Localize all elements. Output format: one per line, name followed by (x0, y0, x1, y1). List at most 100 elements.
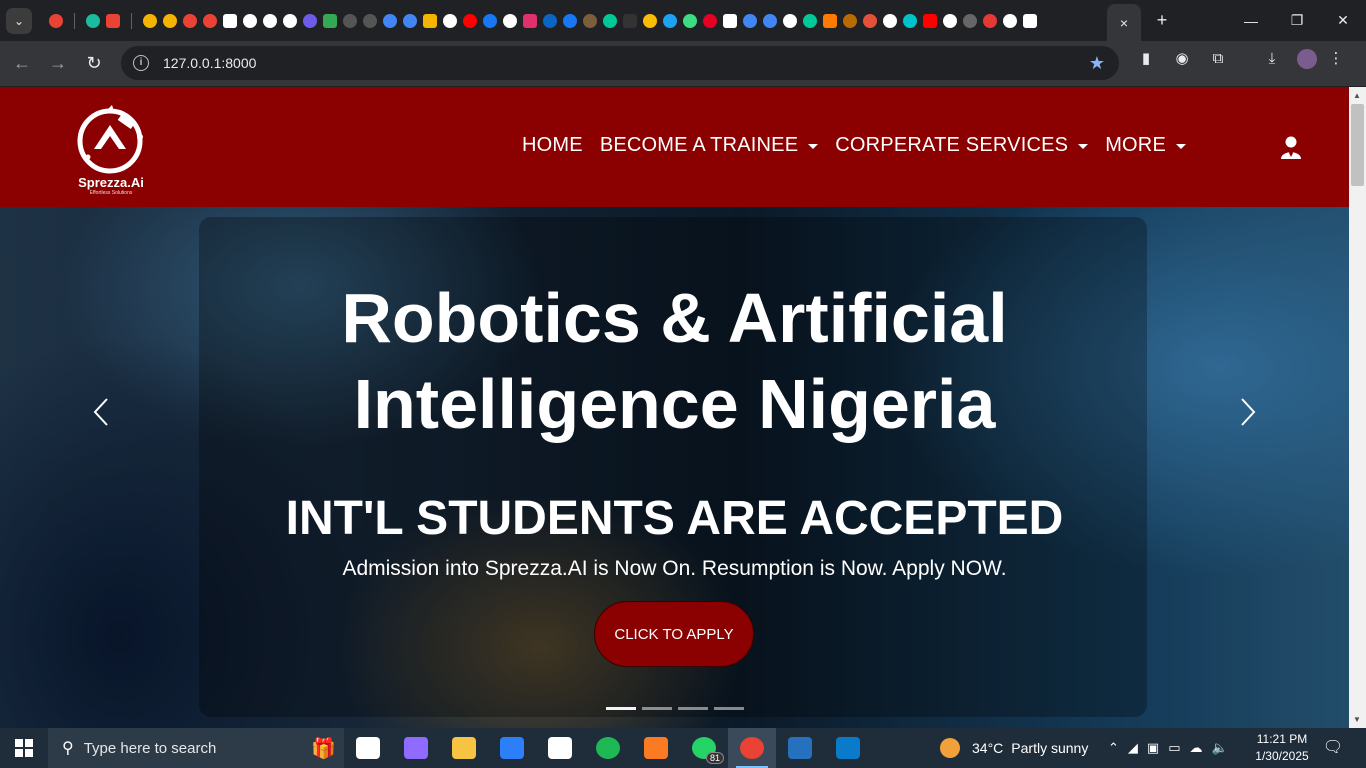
battery-icon[interactable]: ▭ (1168, 740, 1180, 756)
meet-now-icon[interactable]: ▣ (1147, 740, 1159, 756)
tab-favicon-icon[interactable] (563, 13, 577, 28)
carousel-indicator[interactable] (678, 707, 708, 710)
tab-favicon-icon[interactable] (823, 13, 837, 28)
network-icon[interactable]: ◢ (1128, 740, 1138, 756)
user-icon[interactable] (1279, 135, 1303, 159)
tab-favicon-icon[interactable] (463, 13, 477, 28)
profile-avatar-icon[interactable] (1297, 49, 1317, 69)
tab-favicon-icon[interactable] (603, 13, 617, 28)
tab-favicon-icon[interactable] (843, 13, 857, 28)
taskbar-xampp-button[interactable] (632, 728, 680, 768)
tab-favicon-icon[interactable] (263, 13, 277, 28)
taskbar-copilot-button[interactable] (392, 728, 440, 768)
restore-button[interactable]: ❐ (1274, 0, 1320, 41)
tab-favicon-icon[interactable] (223, 13, 237, 28)
tab-favicon-icon[interactable] (763, 13, 777, 28)
search-highlight-gift-icon[interactable]: 🎁 (311, 736, 336, 761)
tab-favicon-icon[interactable] (583, 13, 597, 28)
weather-widget[interactable]: 34°C Partly sunny (940, 728, 1088, 768)
taskbar-spotify-button[interactable] (584, 728, 632, 768)
onedrive-icon[interactable]: ☁ (1190, 740, 1203, 756)
tab-favicon-icon[interactable] (49, 13, 63, 28)
tab-favicon-icon[interactable] (743, 13, 757, 28)
start-button[interactable] (0, 728, 48, 768)
carousel-indicator[interactable] (714, 707, 744, 710)
extension-docs-icon[interactable]: ▮ (1136, 49, 1156, 69)
site-info-icon[interactable]: i (133, 55, 149, 71)
menu-become-a-trainee[interactable]: BECOME A TRAINEE (600, 134, 819, 157)
tab-favicon-icon[interactable] (783, 13, 797, 28)
tab-favicon-icon[interactable] (403, 13, 417, 28)
tab-favicon-icon[interactable] (983, 13, 997, 28)
tab-close-icon[interactable]: × (1120, 15, 1128, 31)
extensions-puzzle-icon[interactable]: ⧉ (1208, 49, 1228, 69)
minimize-button[interactable]: — (1228, 0, 1274, 41)
tab-favicon-icon[interactable] (303, 13, 317, 28)
taskbar-whatsapp-button[interactable]: 81 (680, 728, 728, 768)
tab-favicon-icon[interactable] (643, 13, 657, 28)
taskbar-vscode-button[interactable] (824, 728, 872, 768)
back-arrow-icon[interactable]: ← (6, 48, 38, 80)
tab-favicon-icon[interactable] (363, 13, 377, 28)
taskbar-task-view-button[interactable] (344, 728, 392, 768)
tab-favicon-icon[interactable] (523, 13, 537, 28)
url-text[interactable]: 127.0.0.1:8000 (163, 55, 256, 71)
tab-favicon-icon[interactable] (443, 13, 457, 28)
scroll-down-icon[interactable]: ▼ (1353, 715, 1361, 724)
taskbar-chrome-button[interactable] (728, 728, 776, 768)
carousel-next-icon[interactable] (1238, 397, 1258, 427)
close-window-button[interactable]: ✕ (1320, 0, 1366, 41)
scroll-thumb[interactable] (1351, 104, 1364, 186)
tab-favicon-icon[interactable] (963, 13, 977, 28)
tab-favicon-icon[interactable] (163, 13, 177, 28)
menu-home[interactable]: HOME (522, 134, 583, 157)
extension-avatar-icon[interactable]: ◉ (1172, 49, 1192, 69)
taskbar-file-explorer-button[interactable] (440, 728, 488, 768)
scroll-up-icon[interactable]: ▲ (1353, 91, 1361, 100)
address-bar[interactable]: i 127.0.0.1:8000 ★ (121, 46, 1119, 80)
tab-favicon-icon[interactable] (86, 13, 100, 28)
forward-arrow-icon[interactable]: → (42, 48, 74, 80)
carousel-prev-icon[interactable] (91, 397, 111, 427)
tab-favicon-icon[interactable] (343, 13, 357, 28)
tab-favicon-icon[interactable] (683, 13, 697, 28)
browser-menu-icon[interactable]: ⋮ (1326, 49, 1346, 69)
tab-favicon-icon[interactable] (923, 13, 937, 28)
tab-favicon-icon[interactable] (883, 13, 897, 28)
tab-favicon-icon[interactable] (803, 13, 817, 28)
page-scrollbar[interactable]: ▲ ▼ (1349, 87, 1366, 728)
taskbar-search-box[interactable]: ⚲ Type here to search 🎁 (48, 728, 344, 768)
tab-favicon-icon[interactable] (106, 13, 120, 28)
tab-favicon-icon[interactable] (903, 13, 917, 28)
notifications-icon[interactable]: 🗨 (1322, 737, 1344, 759)
active-tab[interactable]: × (1107, 4, 1141, 41)
tab-favicon-icon[interactable] (943, 13, 957, 28)
tab-favicon-icon[interactable] (483, 13, 497, 28)
reload-icon[interactable]: ↻ (78, 48, 110, 80)
download-icon[interactable]: ⤓ (1262, 49, 1282, 69)
volume-icon[interactable]: 🔈 (1212, 740, 1228, 756)
menu-more[interactable]: MORE (1105, 134, 1186, 157)
tab-favicon-icon[interactable] (1003, 13, 1017, 28)
click-to-apply-button[interactable]: CLICK TO APPLY (594, 601, 754, 667)
tab-favicon-icon[interactable] (543, 13, 557, 28)
taskbar-clock[interactable]: 11:21 PM 1/30/2025 (1250, 731, 1314, 765)
tab-search-chevron-icon[interactable]: ⌄ (6, 7, 32, 34)
tab-favicon-icon[interactable] (423, 13, 437, 28)
tab-favicon-icon[interactable] (283, 13, 297, 28)
tab-favicon-icon[interactable] (663, 13, 677, 28)
carousel-indicator[interactable] (606, 707, 636, 710)
tab-favicon-icon[interactable] (243, 13, 257, 28)
carousel-indicator[interactable] (642, 707, 672, 710)
taskbar-mail-button[interactable] (536, 728, 584, 768)
tab-favicon-icon[interactable] (723, 13, 737, 28)
tab-favicon-icon[interactable] (383, 13, 397, 28)
tab-favicon-icon[interactable] (623, 13, 637, 28)
bookmark-star-icon[interactable]: ★ (1089, 53, 1105, 74)
menu-corperate-services[interactable]: CORPERATE SERVICES (835, 134, 1089, 157)
tab-favicon-icon[interactable] (503, 13, 517, 28)
tray-chevron-up-icon[interactable]: ⌃ (1108, 740, 1119, 756)
tab-favicon-icon[interactable] (703, 13, 717, 28)
tab-favicon-icon[interactable] (143, 13, 157, 28)
new-tab-button[interactable]: + (1152, 10, 1172, 30)
